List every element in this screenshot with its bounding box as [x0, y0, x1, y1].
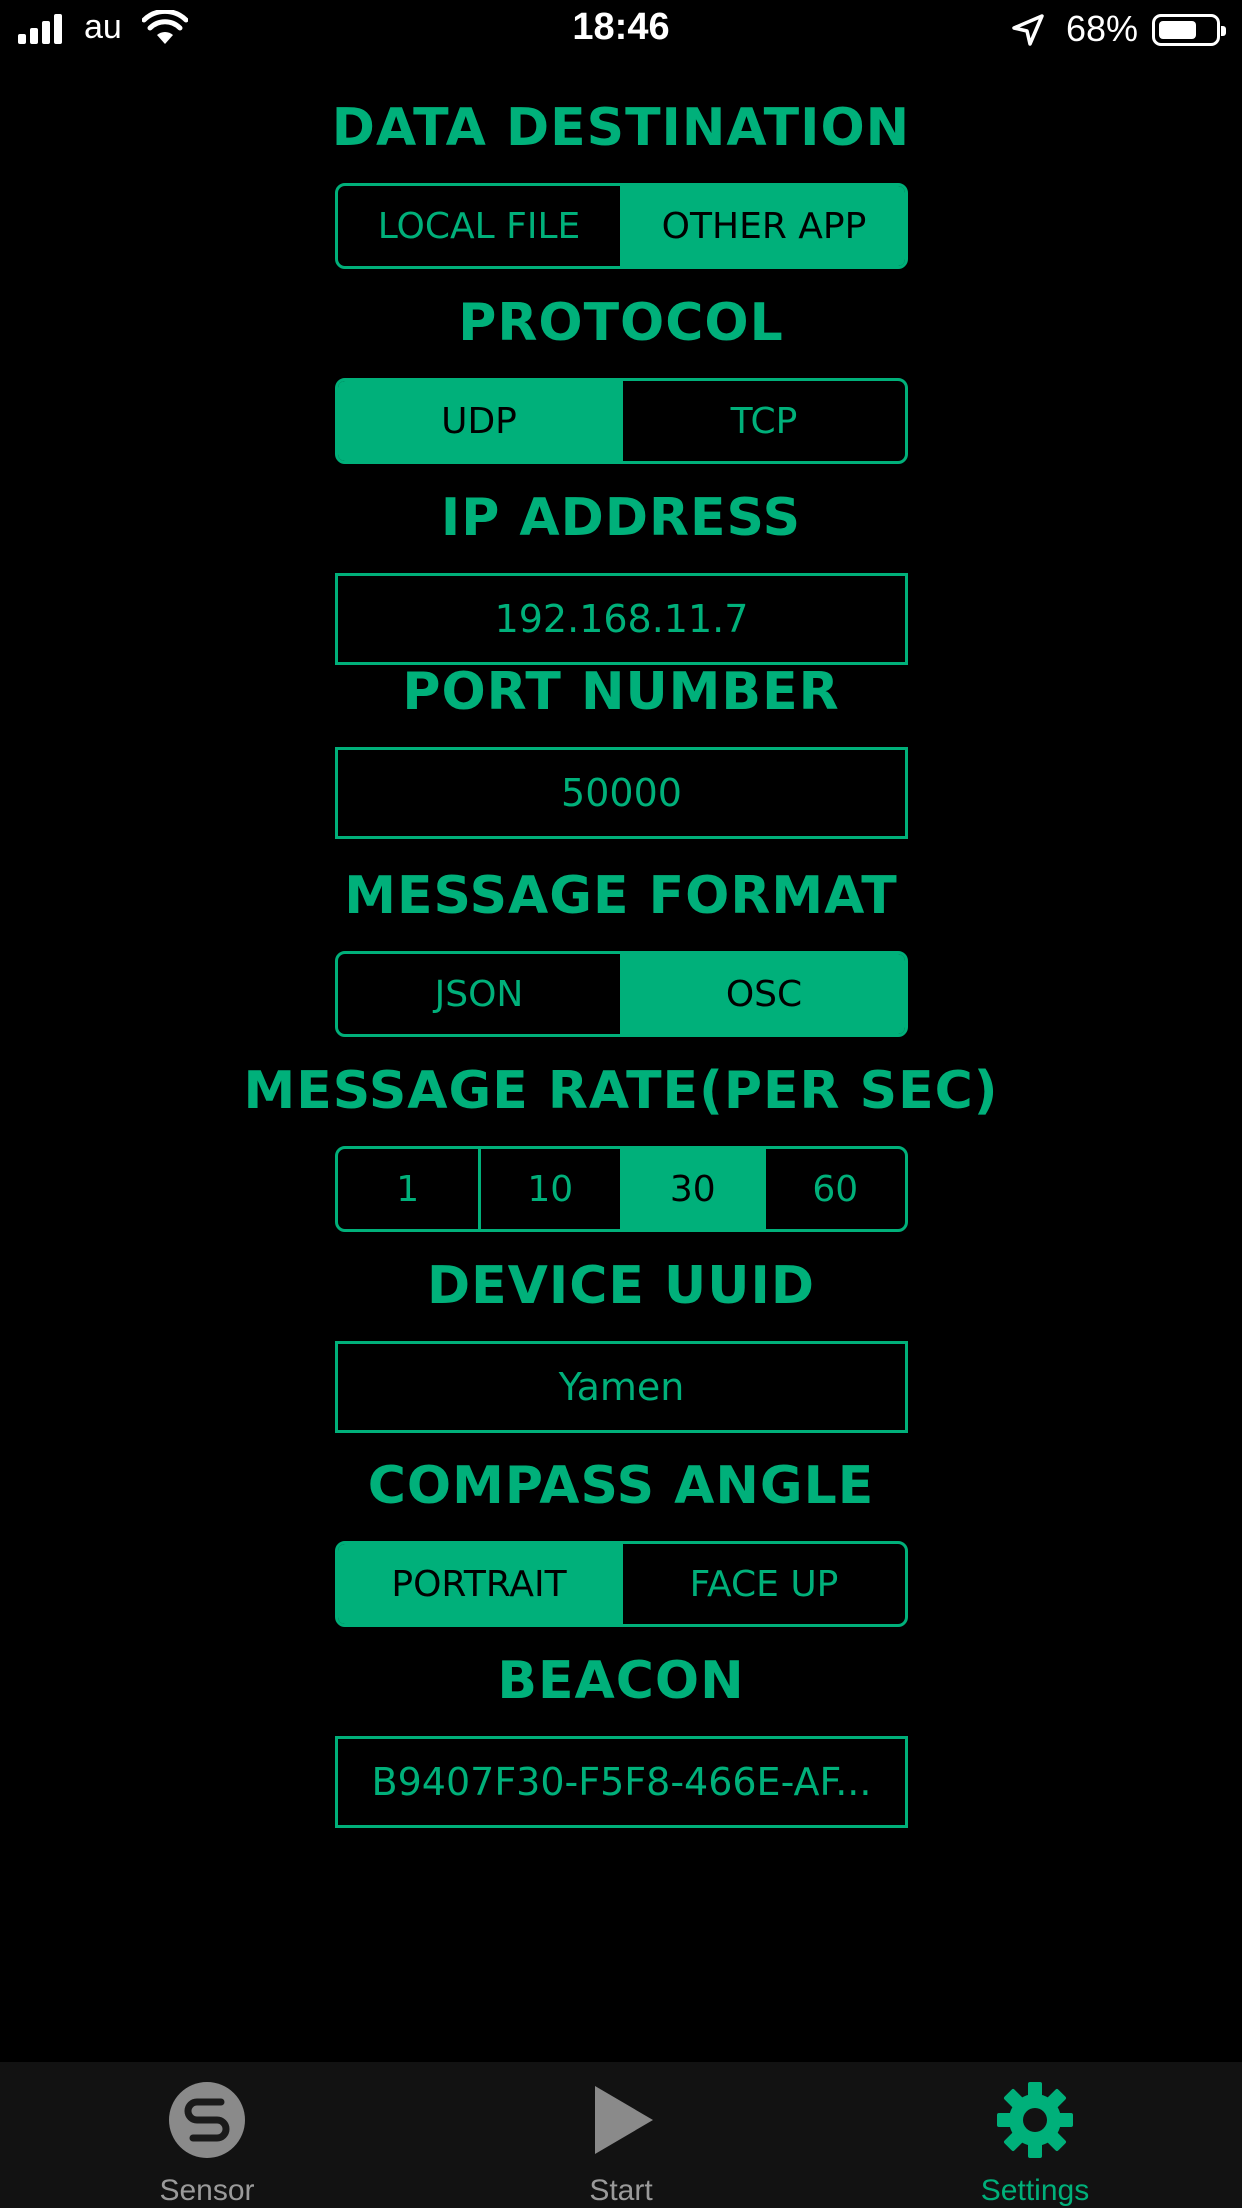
clock: 18:46	[572, 6, 670, 48]
data-destination-title: DATA DESTINATION	[331, 98, 911, 158]
port-number-title: PORT NUMBER	[402, 662, 840, 722]
tcp-option[interactable]: TCP	[623, 381, 905, 461]
ip-address-title: IP ADDRESS	[440, 488, 802, 548]
battery-icon	[1152, 14, 1226, 46]
tab-sensor-label: Sensor	[159, 2174, 255, 2207]
sensor-icon	[169, 2082, 245, 2158]
compass-angle-selector: PORTRAIT FACE UP	[335, 1541, 908, 1627]
status-bar: au 18:46 68%	[0, 0, 1242, 62]
osc-option[interactable]: OSC	[623, 954, 905, 1034]
tab-start[interactable]: Start	[414, 2062, 828, 2208]
port-number-field[interactable]: 50000	[335, 747, 908, 839]
json-option[interactable]: JSON	[338, 954, 623, 1034]
rate-60-option[interactable]: 60	[766, 1149, 906, 1229]
gear-icon	[997, 2082, 1073, 2158]
location-arrow-icon	[1012, 14, 1044, 46]
rate-30-option[interactable]: 30	[623, 1149, 766, 1229]
other-app-option[interactable]: OTHER APP	[623, 186, 905, 266]
play-icon	[595, 2086, 653, 2154]
data-destination-selector: LOCAL FILE OTHER APP	[335, 183, 908, 269]
rate-1-option[interactable]: 1	[338, 1149, 481, 1229]
local-file-option[interactable]: LOCAL FILE	[338, 186, 623, 266]
device-uuid-title: DEVICE UUID	[426, 1256, 816, 1316]
protocol-title: PROTOCOL	[458, 293, 784, 353]
message-format-selector: JSON OSC	[335, 951, 908, 1037]
ip-address-field[interactable]: 192.168.11.7	[335, 573, 908, 665]
beacon-title: BEACON	[497, 1651, 745, 1711]
battery-percentage: 68%	[1065, 8, 1138, 49]
tab-sensor[interactable]: Sensor	[0, 2062, 414, 2208]
udp-option[interactable]: UDP	[338, 381, 623, 461]
face-up-option[interactable]: FACE UP	[623, 1544, 905, 1624]
rate-10-option[interactable]: 10	[481, 1149, 623, 1229]
tab-start-label: Start	[589, 2174, 653, 2207]
message-format-title: MESSAGE FORMAT	[344, 866, 898, 926]
device-uuid-field[interactable]: Yamen	[335, 1341, 908, 1433]
tab-settings-label: Settings	[980, 2174, 1090, 2207]
tab-bar: Sensor Start Settings	[0, 2062, 1242, 2208]
message-rate-selector: 1 10 30 60	[335, 1146, 908, 1232]
tab-settings[interactable]: Settings	[828, 2062, 1242, 2208]
compass-angle-title: COMPASS ANGLE	[367, 1456, 875, 1516]
beacon-field[interactable]: B9407F30-F5F8-466E-AF...	[335, 1736, 908, 1828]
portrait-option[interactable]: PORTRAIT	[338, 1544, 623, 1624]
protocol-selector: UDP TCP	[335, 378, 908, 464]
message-rate-title: MESSAGE RATE(PER SEC)	[243, 1061, 999, 1121]
